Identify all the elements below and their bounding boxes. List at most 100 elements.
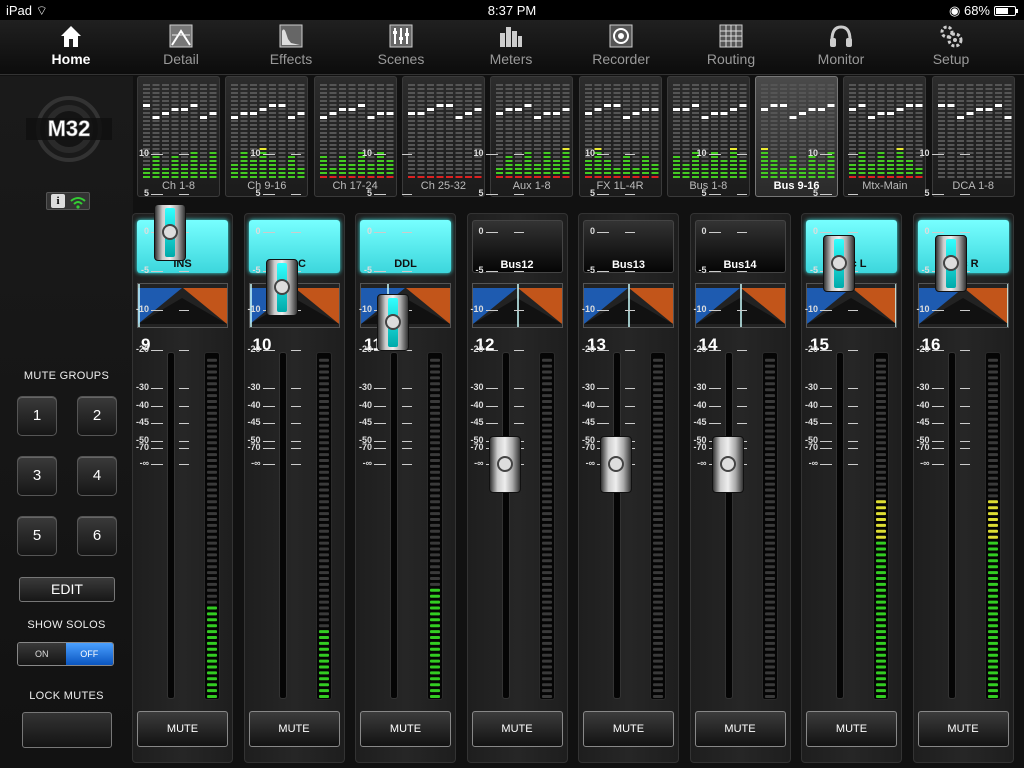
mute-group-2-button[interactable]: 2 (77, 396, 117, 436)
scale-tick (262, 232, 275, 233)
tab-routing[interactable]: Routing (676, 20, 786, 75)
overview-fx-1l-4r[interactable]: FX 1L-4R (578, 76, 662, 197)
fader-knob[interactable] (377, 294, 409, 351)
scale-tick (402, 388, 412, 389)
mute-button[interactable]: MUTE (806, 711, 897, 747)
scale-tick (485, 232, 498, 233)
tab-home[interactable]: Home (16, 20, 126, 75)
pan-control[interactable] (583, 283, 674, 328)
scale-tick (262, 441, 275, 442)
mute-button[interactable]: MUTE (360, 711, 451, 747)
channel-name-button[interactable]: Bus12 (471, 220, 563, 273)
fader-track[interactable] (501, 352, 510, 699)
scale-tick (708, 232, 721, 233)
scale-label: 0 (924, 226, 930, 236)
mute-button[interactable]: MUTE (137, 711, 228, 747)
fader-knob[interactable] (600, 436, 632, 493)
scale-label: -45 (804, 417, 818, 427)
meters-icon (500, 27, 522, 47)
fader-knob[interactable] (934, 235, 967, 293)
mute-button[interactable]: MUTE (583, 711, 674, 747)
fader-track[interactable] (278, 352, 287, 699)
edit-button[interactable]: EDIT (19, 577, 115, 602)
scale-label: -10 (804, 304, 818, 314)
scale-tick (262, 406, 275, 407)
fader-knob[interactable] (711, 436, 744, 493)
channel-name-button[interactable]: Bus14 (694, 220, 786, 273)
scale-label: -30 (358, 382, 372, 392)
scale-label: -20 (693, 344, 707, 354)
tab-recorder[interactable]: Recorder (566, 20, 676, 75)
mute-button[interactable]: MUTE (248, 711, 340, 747)
mini-meter-graphic (584, 84, 658, 178)
mute-button[interactable]: MUTE (694, 711, 786, 747)
fader-track[interactable] (947, 352, 956, 699)
scale-label: -70 (135, 442, 149, 452)
overview-ch-1-8[interactable]: Ch 1-8 (137, 76, 220, 197)
scale-tick (736, 423, 747, 424)
tab-scenes[interactable]: Scenes (346, 20, 456, 75)
scale-label: -30 (693, 382, 707, 392)
lock-mutes-button[interactable] (22, 712, 112, 748)
tab-label: Detail (163, 51, 199, 67)
fader-knob[interactable] (265, 258, 298, 316)
lock-rotation-icon: ◉ (949, 3, 961, 18)
main-nav: Home Detail Effects Scenes Meters Recorder Rou… (0, 20, 1024, 75)
scale-label: -10 (916, 304, 930, 314)
channel-name-button[interactable]: Bus13 (583, 220, 674, 273)
mute-group-3-button[interactable]: 3 (17, 456, 57, 496)
overview-bus-1-8[interactable]: Bus 1-8 (666, 76, 750, 197)
tab-monitor[interactable]: Monitor (786, 20, 896, 75)
fader-track[interactable] (390, 352, 398, 699)
fader-track[interactable] (836, 352, 844, 699)
pan-control[interactable] (137, 283, 228, 328)
overview-ch-25-32[interactable]: Ch 25-32 (401, 76, 485, 197)
overview-aux-1-8[interactable]: Aux 1-8 (490, 76, 574, 197)
fader-track[interactable] (167, 352, 175, 699)
scale-tick (179, 448, 189, 449)
fader-knob[interactable] (823, 235, 855, 293)
fader-track[interactable] (724, 352, 733, 699)
tab-meters[interactable]: Meters (456, 20, 566, 75)
pan-control[interactable] (471, 283, 563, 328)
fader-track[interactable] (613, 352, 621, 699)
scale-tick (402, 154, 412, 155)
scale-tick (513, 154, 524, 155)
mute-group-4-button[interactable]: 4 (77, 456, 117, 496)
toggle-off-option[interactable]: OFF (65, 643, 113, 665)
mute-button[interactable]: MUTE (471, 711, 563, 747)
tab-effects[interactable]: Effects (236, 20, 346, 75)
overview-mtx-main[interactable]: Mtx-Main (843, 76, 927, 197)
tab-detail[interactable]: Detail (126, 20, 236, 75)
pan-control[interactable] (694, 283, 786, 328)
left-panel: M32 i MUTE GROUPS 123456 EDIT SHOW SOLOS… (0, 76, 133, 768)
mute-group-5-button[interactable]: 5 (17, 516, 57, 556)
toggle-on-option[interactable]: ON (18, 643, 66, 665)
scale-tick (513, 271, 524, 272)
overview-ch-17-24[interactable]: Ch 17-24 (313, 76, 397, 197)
info-button[interactable]: i (46, 192, 90, 210)
mute-group-6-button[interactable]: 6 (77, 516, 117, 556)
scale-tick (290, 350, 301, 351)
show-solos-toggle[interactable]: ON OFF (17, 642, 114, 666)
fader-knob[interactable] (154, 204, 186, 261)
scale-tick (485, 406, 498, 407)
scale-tick (597, 310, 609, 311)
overview-bus-9-16[interactable]: Bus 9-16 (755, 76, 839, 197)
overview-dca-1-8[interactable]: DCA 1-8 (931, 76, 1015, 197)
channel-name-button[interactable]: DDL (360, 220, 451, 273)
scale-tick (959, 441, 970, 442)
scale-tick (262, 194, 275, 195)
scale-label: -30 (135, 382, 149, 392)
scale-label: -10 (693, 304, 707, 314)
scale-tick (374, 388, 386, 389)
fader-knob[interactable] (488, 436, 521, 493)
scale-label: -5 (252, 265, 261, 275)
tab-setup[interactable]: Setup (896, 20, 1006, 75)
mute-button[interactable]: MUTE (917, 711, 1009, 747)
overview-ch-9-16[interactable]: Ch 9-16 (225, 76, 309, 197)
scale-tick (708, 271, 721, 272)
scale-tick (625, 310, 635, 311)
scale-tick (736, 154, 747, 155)
mute-group-1-button[interactable]: 1 (17, 396, 57, 436)
